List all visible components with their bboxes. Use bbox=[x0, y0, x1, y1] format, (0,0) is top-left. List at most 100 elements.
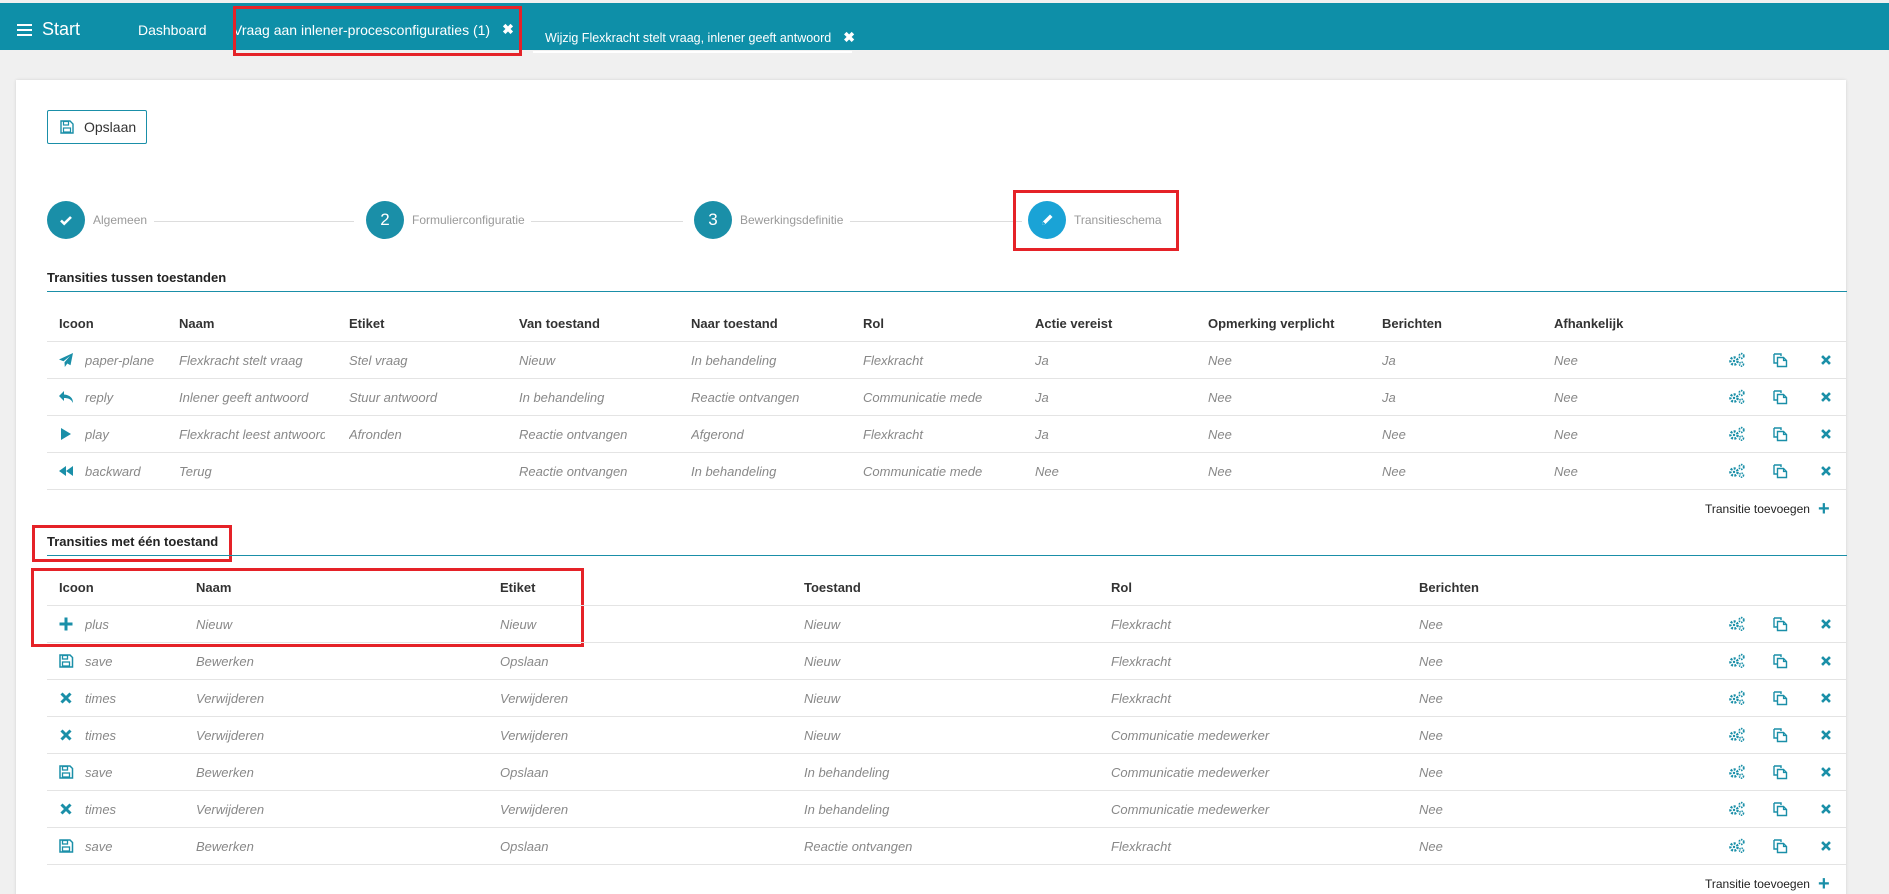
berichten-cell: Ja bbox=[1382, 353, 1396, 368]
naam-cell: Verwijderen bbox=[196, 691, 265, 706]
copy-icon[interactable] bbox=[1771, 689, 1789, 707]
copy-icon[interactable] bbox=[1771, 726, 1789, 744]
close-icon[interactable] bbox=[1817, 425, 1835, 443]
table-divider bbox=[47, 679, 1847, 680]
berichten-cell: Nee bbox=[1419, 617, 1443, 632]
step-algemeen[interactable]: Algemeen bbox=[47, 201, 147, 239]
column-header: Etiket bbox=[349, 316, 385, 331]
column-header: Berichten bbox=[1382, 316, 1442, 331]
naar-cell: In behandeling bbox=[691, 353, 777, 368]
berichten-cell: Nee bbox=[1419, 802, 1443, 817]
section-divider bbox=[47, 555, 1847, 556]
times-icon bbox=[57, 800, 75, 818]
rol-cell: Communicatie medewerker bbox=[863, 464, 983, 479]
gears-icon[interactable] bbox=[1728, 351, 1746, 369]
add-transition-label: Transitie toevoegen bbox=[1705, 502, 1810, 516]
gears-icon[interactable] bbox=[1728, 689, 1746, 707]
actie-cell: Nee bbox=[1035, 464, 1059, 479]
van-cell: In behandeling bbox=[519, 390, 605, 405]
copy-icon[interactable] bbox=[1771, 425, 1789, 443]
column-header: Naar toestand bbox=[691, 316, 778, 331]
afhankelijk-cell: Nee bbox=[1554, 427, 1578, 442]
table-divider bbox=[47, 605, 1847, 606]
copy-icon[interactable] bbox=[1771, 351, 1789, 369]
table-divider bbox=[47, 864, 1847, 865]
copy-icon[interactable] bbox=[1771, 837, 1789, 855]
rol-cell: Flexkracht bbox=[863, 427, 923, 442]
column-header: Naam bbox=[179, 316, 215, 331]
rol-cell: Communicatie medewerker bbox=[1111, 728, 1270, 743]
icon-name-cell: backward bbox=[85, 464, 141, 479]
gears-icon[interactable] bbox=[1728, 425, 1746, 443]
copy-icon[interactable] bbox=[1771, 800, 1789, 818]
section-divider bbox=[47, 291, 1847, 292]
berichten-cell: Nee bbox=[1419, 839, 1443, 854]
gears-icon[interactable] bbox=[1728, 388, 1746, 406]
gears-icon[interactable] bbox=[1728, 462, 1746, 480]
van-cell: Reactie ontvangen bbox=[519, 464, 628, 479]
column-header: Naam bbox=[196, 580, 232, 595]
copy-icon[interactable] bbox=[1771, 652, 1789, 670]
copy-icon[interactable] bbox=[1771, 763, 1789, 781]
berichten-cell: Nee bbox=[1419, 728, 1443, 743]
copy-icon[interactable] bbox=[1771, 388, 1789, 406]
afhankelijk-cell: Nee bbox=[1554, 353, 1578, 368]
dashboard-link[interactable]: Dashboard bbox=[138, 22, 207, 38]
section-title: Transities met één toestand bbox=[47, 534, 219, 549]
close-icon[interactable] bbox=[1817, 800, 1835, 818]
close-icon[interactable] bbox=[1817, 837, 1835, 855]
close-icon[interactable] bbox=[1817, 388, 1835, 406]
gears-icon[interactable] bbox=[1728, 615, 1746, 633]
table-divider bbox=[47, 827, 1847, 828]
opmerking-cell: Nee bbox=[1208, 390, 1232, 405]
gears-icon[interactable] bbox=[1728, 763, 1746, 781]
close-icon[interactable]: ✖ bbox=[843, 29, 855, 46]
afhankelijk-cell: Nee bbox=[1554, 464, 1578, 479]
gears-icon[interactable] bbox=[1728, 837, 1746, 855]
highlight-box bbox=[233, 6, 522, 56]
naar-cell: Reactie ontvangen bbox=[691, 390, 800, 405]
column-header: Icoon bbox=[59, 580, 94, 595]
copy-icon[interactable] bbox=[1771, 462, 1789, 480]
add-transition-button[interactable]: Transitie toevoegen + bbox=[1705, 499, 1830, 519]
van-cell: Nieuw bbox=[519, 353, 556, 368]
close-icon[interactable] bbox=[1817, 726, 1835, 744]
naam-cell: Flexkracht stelt vraag bbox=[179, 353, 303, 368]
gears-icon[interactable] bbox=[1728, 726, 1746, 744]
etiket-cell: Opslaan bbox=[500, 765, 549, 780]
step-bewerkingsdefinitie[interactable]: 3 Bewerkingsdefinitie bbox=[694, 201, 843, 239]
column-header: Afhankelijk bbox=[1554, 316, 1624, 331]
naam-cell: Bewerken bbox=[196, 654, 254, 669]
opmerking-cell: Nee bbox=[1208, 464, 1232, 479]
save-icon bbox=[60, 120, 74, 134]
add-transition-button[interactable]: Transitie toevoegen + bbox=[1705, 874, 1830, 894]
copy-icon[interactable] bbox=[1771, 615, 1789, 633]
toestand-cell: Nieuw bbox=[804, 691, 841, 706]
naam-cell: Flexkracht leest antwoord bbox=[179, 427, 325, 442]
etiket-cell: Stel vraag bbox=[349, 353, 408, 368]
step-formulierconfiguratie[interactable]: 2 Formulierconfiguratie bbox=[366, 201, 525, 239]
gears-icon[interactable] bbox=[1728, 652, 1746, 670]
close-icon[interactable] bbox=[1817, 462, 1835, 480]
save-button[interactable]: Opslaan bbox=[47, 110, 147, 144]
rol-cell: Flexkracht bbox=[1111, 654, 1171, 669]
column-header: Actie vereist bbox=[1035, 316, 1113, 331]
close-icon[interactable] bbox=[1817, 763, 1835, 781]
etiket-cell: Verwijderen bbox=[500, 728, 569, 743]
naar-cell: Afgerond bbox=[691, 427, 744, 442]
close-icon[interactable] bbox=[1817, 351, 1835, 369]
close-icon[interactable] bbox=[1817, 652, 1835, 670]
close-icon[interactable] bbox=[1817, 689, 1835, 707]
times-icon bbox=[57, 726, 75, 744]
start-menu-button[interactable]: Start bbox=[17, 19, 80, 40]
column-header: Rol bbox=[863, 316, 884, 331]
rol-cell: Flexkracht bbox=[1111, 839, 1171, 854]
gears-icon[interactable] bbox=[1728, 800, 1746, 818]
tab-wijzig-transitie[interactable]: Wijzig Flexkracht stelt vraag, inlener g… bbox=[545, 29, 855, 46]
close-icon[interactable] bbox=[1817, 615, 1835, 633]
naam-cell: Terug bbox=[179, 464, 212, 479]
add-transition-label: Transitie toevoegen bbox=[1705, 877, 1810, 891]
van-cell: Reactie ontvangen bbox=[519, 427, 628, 442]
table-divider bbox=[47, 378, 1847, 379]
save-icon bbox=[57, 763, 75, 781]
